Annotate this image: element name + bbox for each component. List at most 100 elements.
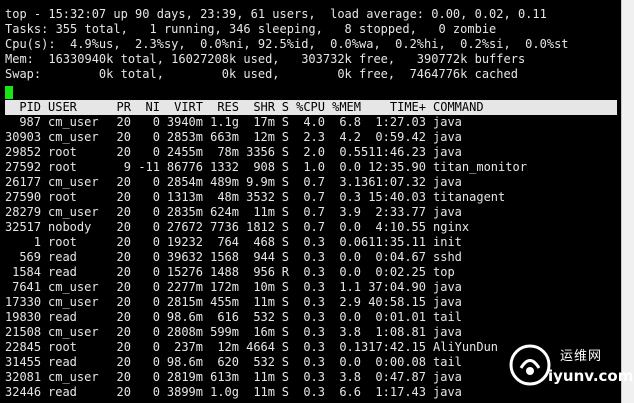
cell-command: init — [433, 235, 462, 249]
cell-cpu: 0.3 — [303, 385, 325, 399]
cell-time: 4:10.55 — [375, 220, 426, 234]
cell-cpu: 4.0 — [303, 115, 325, 129]
cell-state: S — [281, 145, 289, 159]
cell-pr: 9 — [123, 160, 131, 174]
cell-user: cm_user — [48, 130, 99, 144]
cell-virt: 19232 — [166, 235, 203, 249]
watermark-url-text: iyunv.com — [548, 367, 634, 385]
cell-pid: 17330 — [5, 295, 42, 309]
cell-user: read — [48, 385, 77, 399]
cell-user: root — [48, 340, 77, 354]
cell-cpu: 0.3 — [303, 235, 325, 249]
cell-pr: 20 — [116, 340, 131, 354]
cell-time: 1:17.43 — [375, 385, 426, 399]
cell-pr: 20 — [116, 175, 131, 189]
table-row: 7641 cm_user 20 0 2277m 172m 10m S 0.3 1.1 37:04.9… — [5, 280, 617, 295]
cell-pid: 1584 — [12, 265, 41, 279]
cell-user: root — [48, 190, 77, 204]
cell-pr: 20 — [116, 220, 131, 234]
cell-state: S — [281, 160, 289, 174]
cell-pr: 20 — [116, 310, 131, 324]
cell-virt: 3899m — [166, 385, 203, 399]
cell-pid: 26177 — [5, 175, 42, 189]
cell-shr: 9.9m — [246, 175, 275, 189]
vertical-scrollbar[interactable] — [621, 0, 634, 403]
cell-pid: 7641 — [12, 280, 41, 294]
cell-state: R — [281, 265, 289, 279]
cell-time: 1:27.03 — [375, 115, 426, 129]
cell-command: nginx — [433, 220, 470, 234]
cell-time: 0:01.01 — [375, 310, 426, 324]
cell-mem: 3.1 — [339, 175, 361, 189]
swap-line: Swap: 0k total, 0k used, 0k free, 746477… — [5, 67, 518, 81]
cell-pid: 29852 — [5, 145, 42, 159]
cell-cpu: 0.3 — [303, 355, 325, 369]
table-row: 26177 cm_user 20 0 2854m 489m 9.9m S 0.7 3.1 361:0… — [5, 175, 617, 190]
col-state: S — [281, 100, 289, 114]
cell-state: S — [281, 175, 289, 189]
cell-state: S — [281, 235, 289, 249]
cell-shr: 10m — [253, 280, 275, 294]
cell-mem: 0.0 — [339, 250, 361, 264]
cell-res: 613m — [210, 370, 239, 384]
cell-state: S — [281, 220, 289, 234]
cell-cpu: 1.0 — [303, 160, 325, 174]
cell-res: 1568 — [210, 250, 239, 264]
cell-ni: 0 — [152, 235, 160, 249]
cell-user: cm_user — [48, 175, 99, 189]
cell-user: root — [48, 160, 77, 174]
cell-state: S — [281, 115, 289, 129]
cell-cpu: 0.3 — [303, 340, 325, 354]
cell-time: 0:59.42 — [375, 130, 426, 144]
cell-cpu: 0.7 — [303, 220, 325, 234]
process-table-header: PID USER PR NI VIRT RES SHR S %CPU %MEM … — [5, 100, 617, 115]
cell-user: cm_user — [48, 205, 99, 219]
cell-pr: 20 — [116, 370, 131, 384]
cell-virt: 2819m — [166, 370, 203, 384]
table-row: 569 read 20 0 39632 1568 944 S 0.3 0.0 0:04.67 sshd — [5, 250, 617, 265]
cell-shr: 4664 — [246, 340, 275, 354]
cell-virt: 2808m — [166, 325, 203, 339]
cell-mem: 0.0 — [339, 235, 361, 249]
cell-mem: 0.0 — [339, 160, 361, 174]
cell-ni: 0 — [152, 370, 160, 384]
tasks-line: Tasks: 355 total, 1 running, 346 sleepin… — [5, 22, 497, 36]
cell-command: titanagent — [433, 190, 506, 204]
cell-time: 0:00.08 — [375, 355, 426, 369]
cell-shr: 12m — [253, 130, 275, 144]
cell-shr: 16m — [253, 325, 275, 339]
cell-state: S — [281, 130, 289, 144]
cell-time: 1:08.81 — [375, 325, 426, 339]
cell-ni: 0 — [152, 340, 160, 354]
cell-mem: 6.8 — [339, 115, 361, 129]
cell-ni: 0 — [152, 205, 160, 219]
cell-shr: 11m — [253, 370, 275, 384]
col-ni: NI — [145, 100, 160, 114]
cell-user: cm_user — [48, 295, 99, 309]
cell-user: read — [48, 310, 77, 324]
cell-cpu: 0.7 — [303, 205, 325, 219]
cell-time: 611:35.11 — [361, 235, 427, 249]
cell-mem: 0.0 — [339, 265, 361, 279]
cell-pr: 20 — [116, 265, 131, 279]
cell-cpu: 2.0 — [303, 145, 325, 159]
cell-pr: 20 — [116, 130, 131, 144]
cell-ni: 0 — [152, 265, 160, 279]
cell-time: 15:40.03 — [368, 190, 426, 204]
cell-mem: 3.9 — [339, 205, 361, 219]
table-row: 28279 cm_user 20 0 2835m 624m 11m S 0.7 3.9 2:33.7… — [5, 205, 617, 220]
cell-ni: -11 — [138, 160, 160, 174]
cell-virt: 86776 — [166, 160, 203, 174]
cell-pid: 32517 — [5, 220, 42, 234]
cell-ni: 0 — [152, 130, 160, 144]
cell-ni: 0 — [152, 220, 160, 234]
cell-cpu: 0.3 — [303, 325, 325, 339]
cell-pr: 20 — [116, 190, 131, 204]
table-row: 32517 nobody 20 0 27672 7736 1812 S 0.7 0.0 4:10.5… — [5, 220, 617, 235]
cell-time: 0:47.87 — [375, 370, 426, 384]
cell-command: java — [433, 205, 462, 219]
watermark-logo-icon — [509, 344, 551, 386]
cell-shr: 17m — [253, 115, 275, 129]
cell-state: S — [281, 370, 289, 384]
cell-pr: 20 — [116, 280, 131, 294]
